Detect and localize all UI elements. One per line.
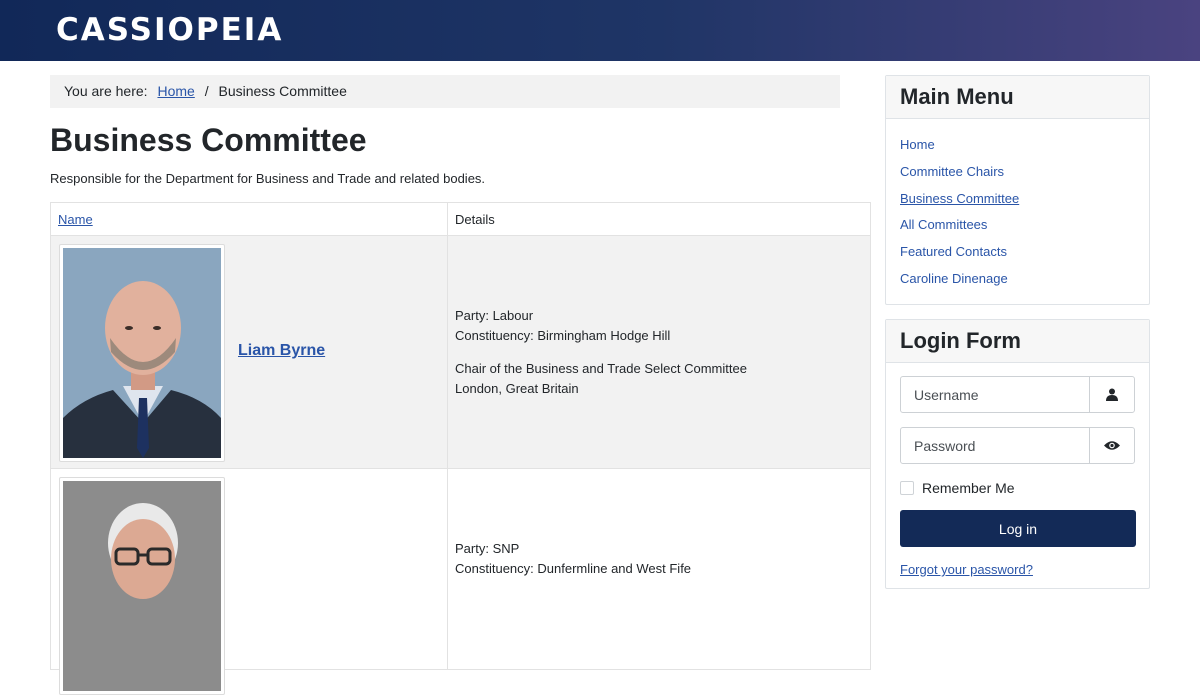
member-location: London, Great Britain (455, 380, 579, 396)
breadcrumb: You are here: Home / Business Committee (50, 75, 840, 108)
remember-me[interactable]: Remember Me (900, 480, 1015, 496)
table-row: Liam Byrne Party: Labour Constituency: B… (50, 235, 871, 469)
login-form-module: Login Form Remember Me Log in Forgot you… (885, 319, 1150, 589)
breadcrumb-home-link[interactable]: Home (157, 83, 194, 99)
name-cell (50, 468, 448, 695)
menu-item-caroline-dinenage[interactable]: Caroline Dinenage (900, 269, 1135, 296)
menu-link[interactable]: Home (900, 137, 935, 152)
user-icon (1089, 377, 1134, 412)
page-description: Responsible for the Department for Busin… (50, 171, 486, 186)
remember-me-label: Remember Me (922, 480, 1015, 496)
member-photo (59, 477, 225, 695)
main-menu-list: Home Committee Chairs Business Committee… (886, 119, 1149, 304)
table-row: Party: SNP Constituency: Dunfermline and… (50, 468, 871, 695)
username-field (900, 376, 1135, 413)
name-column-header: Name (50, 202, 448, 236)
portrait-image (63, 248, 221, 458)
password-field (900, 427, 1135, 464)
member-party: Party: Labour (455, 307, 534, 323)
remember-me-checkbox[interactable] (900, 481, 914, 495)
forgot-password-link[interactable]: Forgot your password? (900, 562, 1033, 577)
username-input[interactable] (901, 377, 1091, 412)
member-position: Chair of the Business and Trade Select C… (455, 360, 747, 376)
member-photo (59, 244, 225, 462)
name-cell: Liam Byrne (50, 235, 448, 469)
member-constituency: Constituency: Birmingham Hodge Hill (455, 327, 671, 343)
page-title: Business Committee (50, 122, 367, 158)
menu-link[interactable]: Committee Chairs (900, 164, 1004, 179)
member-party: Party: SNP (455, 541, 520, 556)
menu-link[interactable]: Featured Contacts (900, 244, 1007, 259)
password-input[interactable] (901, 428, 1091, 463)
table-header-row: Name Details (50, 202, 871, 236)
breadcrumb-current: Business Committee (218, 83, 347, 99)
menu-link[interactable]: Business Committee (900, 191, 1019, 206)
menu-item-all-committees[interactable]: All Committees (900, 215, 1135, 242)
login-button[interactable]: Log in (900, 510, 1136, 547)
eye-icon[interactable] (1089, 428, 1134, 463)
site-brand[interactable]: CASSIOPEIA (56, 12, 283, 48)
menu-item-committee-chairs[interactable]: Committee Chairs (900, 162, 1135, 189)
member-name-link[interactable]: Liam Byrne (238, 342, 325, 360)
breadcrumb-prefix: You are here: (64, 83, 148, 99)
menu-item-featured-contacts[interactable]: Featured Contacts (900, 242, 1135, 269)
login-form-title: Login Form (886, 320, 1149, 363)
sort-by-name-link[interactable]: Name (58, 212, 93, 227)
details-cell: Party: SNP Constituency: Dunfermline and… (447, 468, 871, 670)
menu-item-home[interactable]: Home (900, 135, 1135, 162)
member-constituency: Constituency: Dunfermline and West Fife (455, 561, 692, 576)
menu-item-business-committee[interactable]: Business Committee (900, 189, 1135, 216)
contacts-table: Name Details Liam Byrne Party: Labour Co… (50, 202, 871, 695)
details-column-header: Details (447, 202, 871, 236)
main-menu-module: Main Menu Home Committee Chairs Business… (885, 75, 1150, 305)
portrait-image (63, 481, 221, 691)
main-menu-title: Main Menu (886, 76, 1149, 119)
site-header: CASSIOPEIA (0, 0, 1200, 61)
details-cell: Party: Labour Constituency: Birmingham H… (447, 235, 871, 469)
breadcrumb-separator: / (204, 83, 209, 99)
menu-link[interactable]: Caroline Dinenage (900, 271, 1008, 286)
menu-link[interactable]: All Committees (900, 217, 987, 232)
